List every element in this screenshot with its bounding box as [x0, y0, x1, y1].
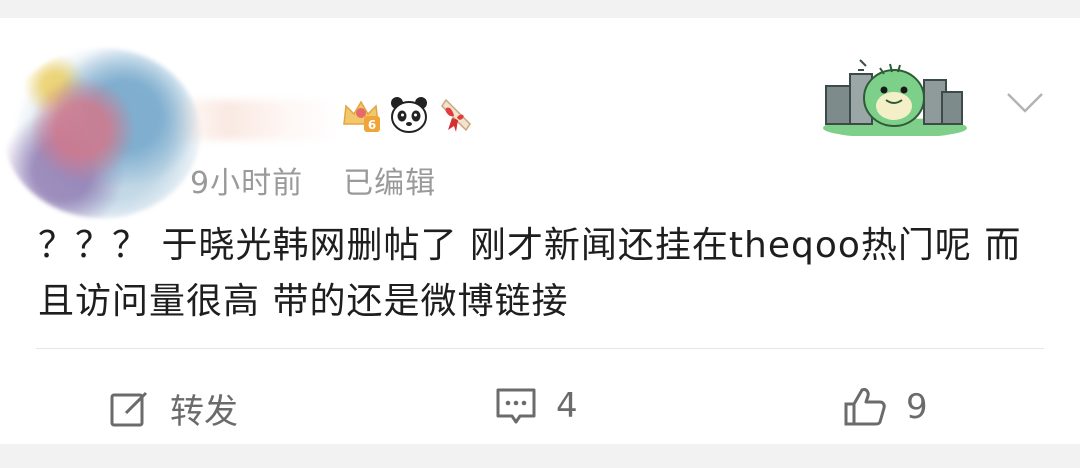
ribbon-gift-icon[interactable]: [436, 94, 478, 136]
edit-share-icon: [110, 391, 148, 426]
dinosaur-sticker-icon[interactable]: [820, 50, 970, 136]
comment-button[interactable]: 4: [494, 384, 578, 428]
repost-label: 转发: [170, 392, 238, 432]
like-button[interactable]: 9: [842, 384, 928, 430]
post-time: 9小时前: [190, 166, 304, 201]
post-meta: 9小时前 已编辑: [190, 158, 436, 202]
post-card: 6 9小时前 已编辑 ？？？ 于晓光韩网删帖了 刚才新闻还挂在theqoo热门呢…: [0, 18, 1080, 444]
like-count: 9: [906, 387, 928, 427]
level-number: 6: [368, 118, 376, 132]
repost-button[interactable]: 转发: [108, 384, 238, 433]
avatar[interactable]: [4, 48, 200, 218]
comment-icon: [496, 388, 536, 424]
post-text: ？？？ 于晓光韩网删帖了 刚才新闻还挂在theqoo热门呢 而且访问量很高 带的…: [38, 225, 1022, 322]
username-blurred[interactable]: [170, 100, 340, 140]
thumbs-up-icon: [844, 388, 886, 426]
badge-row: 6: [340, 92, 478, 138]
divider: [36, 348, 1044, 349]
panda-icon[interactable]: [388, 94, 430, 136]
chevron-down-icon[interactable]: [1006, 90, 1044, 116]
comment-count: 4: [556, 386, 578, 426]
crown-level-badge-icon[interactable]: 6: [340, 94, 382, 136]
action-bar: 转发 4 9: [0, 370, 1080, 454]
edited-label: 已编辑: [343, 166, 437, 201]
